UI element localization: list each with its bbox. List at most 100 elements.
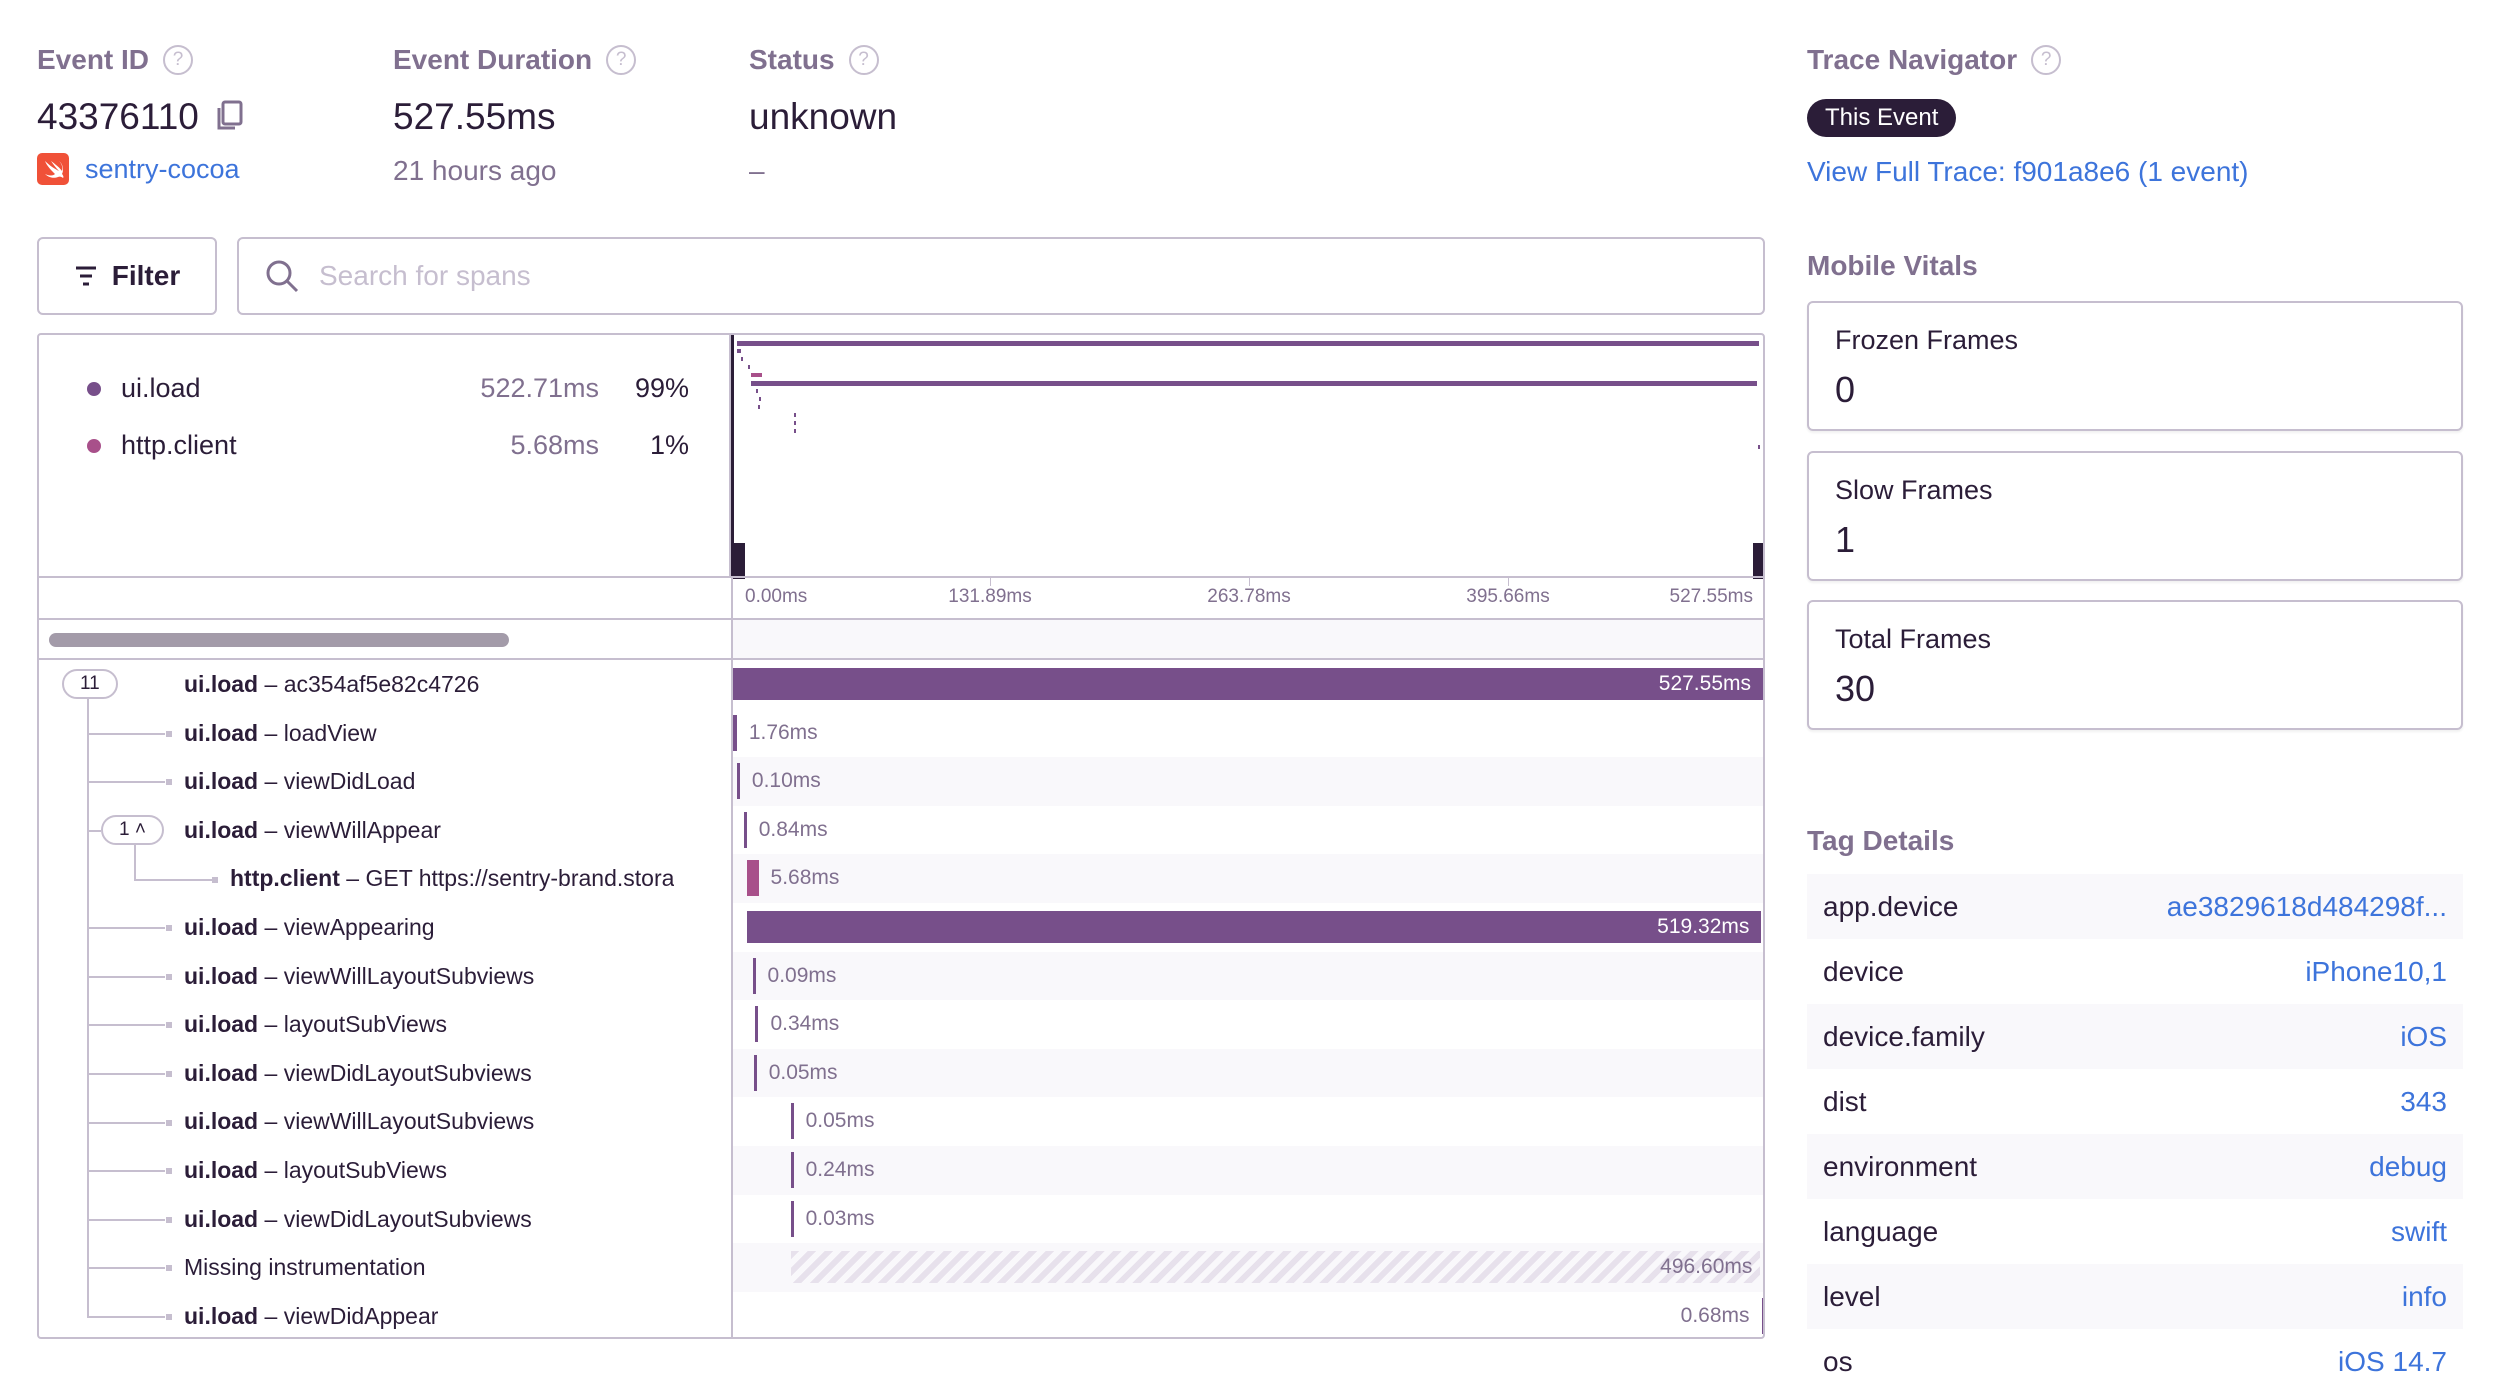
span-bar[interactable] [733, 714, 737, 751]
tag-value[interactable]: iOS [2400, 1021, 2447, 1053]
span-bar[interactable] [790, 1103, 794, 1140]
help-icon[interactable]: ? [848, 45, 879, 75]
tree-dot [166, 1216, 172, 1223]
span-separator: – [258, 962, 284, 989]
span-separator: – [258, 719, 284, 746]
span-row[interactable]: ui.load – viewWillLayoutSubviews 0.09ms [39, 951, 1763, 1001]
tag-key: level [1823, 1280, 1881, 1312]
duration-label-text: Event Duration [393, 44, 593, 75]
minimap-span [737, 341, 1759, 346]
span-op: ui.load [184, 719, 259, 746]
span-row[interactable]: ui.load – viewDidLoad 0.10ms [39, 757, 1763, 806]
tree-connector [87, 1170, 165, 1173]
tree-connector [87, 1218, 165, 1221]
span-row[interactable]: 11 ui.load – ac354af5e82c4726 527.55ms [39, 660, 1763, 709]
child-count-toggle[interactable]: 11 [62, 669, 118, 699]
span-bar[interactable] [755, 1006, 759, 1043]
span-row[interactable]: ui.load – viewWillLayoutSubviews 0.05ms [39, 1097, 1763, 1146]
filter-button[interactable]: Filter [37, 237, 217, 315]
span-label: ui.load – loadView [184, 720, 377, 747]
help-icon[interactable]: ? [2031, 45, 2062, 75]
minimap-handle-left-grip[interactable] [731, 543, 745, 579]
tag-value[interactable]: swift [2391, 1216, 2447, 1248]
span-label: ui.load – viewDidAppear [184, 1303, 438, 1330]
span-row[interactable]: ui.load – layoutSubViews 0.34ms [39, 1000, 1763, 1049]
tree-dot [166, 973, 172, 980]
span-duration: 0.05ms [768, 1060, 838, 1084]
tag-value[interactable]: debug [2369, 1151, 2447, 1183]
tag-value[interactable]: ae3829618d484298f... [2167, 891, 2447, 923]
minimap-span [794, 413, 797, 417]
span-description: viewDidLoad [283, 768, 416, 795]
child-count-toggle[interactable]: 1 ˄ [101, 814, 164, 845]
minimap-handle-left[interactable] [731, 335, 734, 576]
copy-icon[interactable] [213, 100, 245, 134]
trace-navigator-label: Trace Navigator? [1807, 44, 2062, 76]
span-description: ac354af5e82c4726 [283, 671, 480, 697]
minimap[interactable] [731, 335, 1765, 579]
span-tree-panel: ui.load 522.71ms 99% http.client 5.68ms 1% 0.… [37, 333, 1765, 1339]
tick-label: 131.89ms [948, 586, 1032, 607]
span-op: ui.load [184, 1205, 259, 1232]
span-row[interactable]: 1 ˄ ui.load – viewWillAppear 0.84ms [39, 806, 1763, 855]
span-bar[interactable] [743, 811, 747, 848]
tag-value[interactable]: iOS 14.7 [2338, 1346, 2447, 1378]
span-bar[interactable] [1761, 1297, 1763, 1334]
row-background [733, 1048, 1763, 1098]
span-row[interactable]: ui.load – viewDidLayoutSubviews 0.03ms [39, 1195, 1763, 1244]
tree-connector [87, 1121, 165, 1124]
help-icon[interactable]: ? [606, 45, 637, 75]
vital-card-total-frames: Total Frames 30 [1807, 600, 2463, 730]
span-duration: 0.24ms [805, 1158, 875, 1181]
span-bar[interactable] [753, 1054, 757, 1091]
span-row[interactable]: Missing instrumentation 496.60ms [39, 1243, 1763, 1292]
tag-value[interactable]: 343 [2400, 1086, 2447, 1118]
tree-dot [166, 1314, 172, 1321]
search-input[interactable]: Search for spans [237, 237, 1765, 315]
view-full-trace-link[interactable]: View Full Trace: f901a8e6 (1 event) [1807, 156, 2249, 188]
span-description: viewWillAppear [283, 816, 441, 843]
tree-connector [87, 1024, 165, 1027]
op-color-dot [87, 382, 101, 396]
tree-dot [166, 925, 172, 932]
span-duration: 0.05ms [805, 1109, 875, 1133]
span-row[interactable]: ui.load – viewDidLayoutSubviews 0.05ms [39, 1048, 1763, 1098]
tree-connector [87, 1267, 165, 1270]
span-bar[interactable] [790, 1152, 794, 1188]
op-duration: 522.71ms [480, 373, 599, 403]
span-bar[interactable] [747, 860, 759, 897]
project-link[interactable]: sentry-cocoa [37, 153, 240, 185]
horizontal-scrollbar[interactable] [49, 633, 509, 647]
minimap-handle-right[interactable] [1764, 335, 1765, 576]
span-description: viewDidLayoutSubviews [283, 1205, 532, 1232]
span-row[interactable]: ui.load – viewDidAppear 0.68ms [39, 1292, 1763, 1337]
this-event-pill[interactable]: This Event [1807, 99, 1957, 137]
span-label: ui.load – viewDidLayoutSubviews [184, 1206, 532, 1233]
minimap-span [757, 405, 760, 409]
span-op: ui.load [184, 816, 259, 843]
span-row[interactable]: ui.load – layoutSubViews 0.24ms [39, 1146, 1763, 1195]
tick-label: 527.55ms [1669, 586, 1753, 607]
tag-value[interactable]: info [2402, 1281, 2447, 1313]
minimap-handle-right-grip[interactable] [1753, 543, 1763, 579]
minimap-span [751, 381, 1758, 386]
tree-connector [134, 878, 212, 881]
span-row[interactable]: ui.load – viewAppearing 519.32ms [39, 903, 1763, 952]
span-bar[interactable] [733, 668, 1763, 700]
tree-connector [87, 1073, 165, 1076]
span-bar[interactable] [736, 763, 740, 800]
help-icon[interactable]: ? [163, 45, 194, 75]
tree-line [134, 844, 136, 879]
span-op: ui.load [184, 962, 259, 989]
span-row[interactable]: http.client – GET https://sentry-brand.s… [39, 844, 1763, 903]
span-bar[interactable] [790, 1200, 794, 1237]
span-separator: – [258, 1157, 284, 1183]
span-bar[interactable] [752, 957, 756, 994]
span-bar[interactable] [747, 911, 1762, 943]
project-name[interactable]: sentry-cocoa [85, 154, 240, 185]
tag-value[interactable]: iPhone10,1 [2305, 956, 2447, 988]
span-label: ui.load – viewWillAppear [184, 817, 441, 844]
span-duration: 0.09ms [767, 963, 837, 987]
span-row[interactable]: ui.load – loadView 1.76ms [39, 709, 1763, 758]
span-description: Missing instrumentation [184, 1254, 426, 1281]
